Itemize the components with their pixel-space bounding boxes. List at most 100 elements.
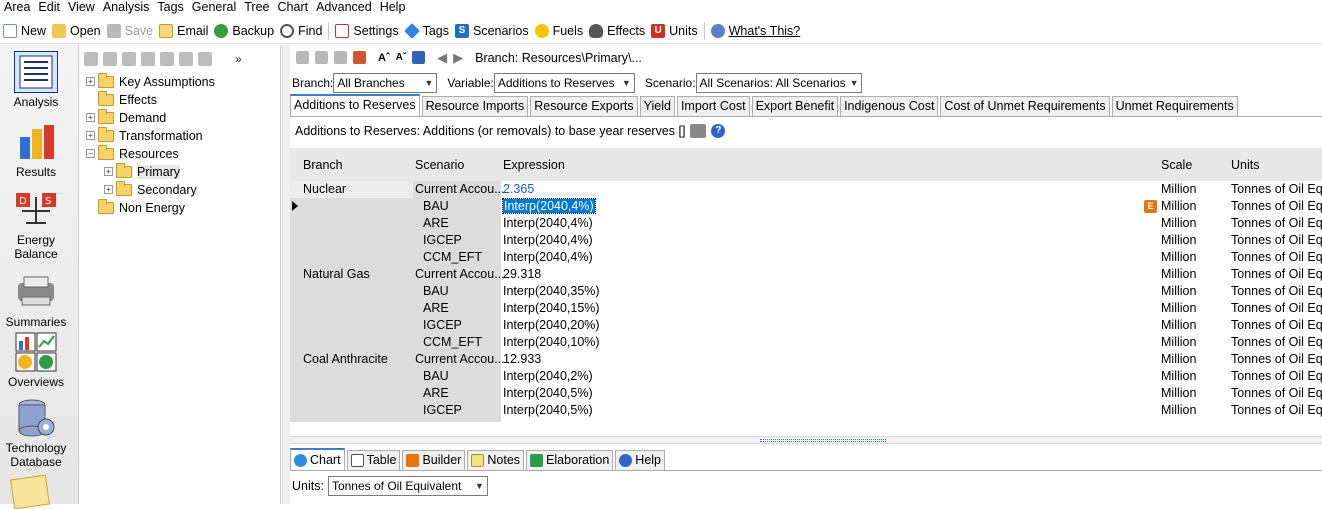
paste-icon[interactable] <box>315 51 328 64</box>
table-row[interactable]: ARE Interp(2040,4%) Million Tonnes of Oil E… <box>290 215 1322 232</box>
table-row[interactable]: ARE Interp(2040,5%) Million Tonnes of Oil E… <box>290 385 1322 402</box>
tab-additions-to-reserves[interactable]: Additions to Reserves <box>290 94 420 116</box>
tab-export-benefit[interactable]: Export Benefit <box>751 96 839 116</box>
move-up-icon[interactable] <box>179 52 193 66</box>
fuels-button[interactable]: Fuels <box>532 20 587 42</box>
find-button[interactable]: Find <box>277 20 325 42</box>
table-row-selected[interactable]: BAU Interp(2040,4%) E Million Tonnes of Oil … <box>290 198 1322 215</box>
col-scale[interactable]: Scale <box>1161 158 1192 172</box>
table-row[interactable]: CCM_EFT Interp(2040,4%) Million Tonnes of O… <box>290 249 1322 266</box>
tree-node-demand[interactable]: + Demand <box>86 108 166 126</box>
scenarios-button[interactable]: S Scenarios <box>452 20 532 42</box>
tree-node-key-assumptions[interactable]: + Key Assumptions <box>86 72 215 90</box>
menu-help[interactable]: Help <box>376 0 410 15</box>
tab-unmet-requirements[interactable]: Unmet Requirements <box>1111 96 1238 116</box>
menu-advanced[interactable]: Advanced <box>312 0 376 15</box>
menu-general[interactable]: General <box>188 0 240 15</box>
col-branch[interactable]: Branch <box>303 158 343 172</box>
table-row[interactable]: BAU Interp(2040,35%) Million Tonnes of Oil … <box>290 283 1322 300</box>
table-row[interactable]: IGCEP Interp(2040,4%) Million Tonnes of Oil… <box>290 232 1322 249</box>
save-button[interactable]: Save <box>104 20 157 42</box>
effects-button[interactable]: Effects <box>586 20 648 42</box>
table-row[interactable]: IGCEP Interp(2040,5%) Million Tonnes of Oil… <box>290 402 1322 419</box>
table-row[interactable]: Nuclear Current Accou... 2.365 Million Tonne… <box>290 181 1322 198</box>
tab-import-cost[interactable]: Import Cost <box>676 96 750 116</box>
users-icon[interactable] <box>412 51 426 64</box>
expand-icon[interactable]: + <box>86 113 95 122</box>
col-scenario[interactable]: Scenario <box>415 158 464 172</box>
tab-table[interactable]: Table <box>346 450 401 470</box>
menu-view[interactable]: View <box>64 0 99 15</box>
backup-button[interactable]: Backup <box>211 20 277 42</box>
tab-builder[interactable]: Builder <box>402 450 466 470</box>
elaboration-badge-icon[interactable]: E <box>1144 200 1157 213</box>
tree-node-secondary[interactable]: + Secondary <box>104 180 197 198</box>
move-down-icon[interactable] <box>198 52 212 66</box>
tab-yield[interactable]: Yield <box>639 96 675 116</box>
tree-node-non-energy[interactable]: Non Energy <box>98 198 185 216</box>
whats-this-button[interactable]: What's This? <box>708 20 804 42</box>
open-button[interactable]: Open <box>49 20 104 42</box>
tags-button[interactable]: Tags <box>402 20 452 42</box>
edit-units-icon[interactable] <box>690 123 707 138</box>
tab-cost-of-unmet-requirements[interactable]: Cost of Unmet Requirements <box>940 96 1110 116</box>
increase-font-icon[interactable]: Aˆ <box>378 52 390 64</box>
view-technology-database[interactable]: Technology Database <box>0 397 72 469</box>
tab-notes[interactable]: Notes <box>467 450 525 470</box>
table-row[interactable]: CCM_EFT Interp(2040,10%) Million Tonnes of … <box>290 334 1322 351</box>
view-results[interactable]: Results <box>0 121 72 179</box>
menu-area[interactable]: Area <box>0 0 34 15</box>
scenario-select[interactable]: All Scenarios: All Scenarios ▼ <box>695 72 862 93</box>
view-analysis[interactable]: Analysis <box>0 51 72 109</box>
col-expression[interactable]: Expression <box>503 158 565 172</box>
tree-more-icon[interactable]: » <box>235 52 242 66</box>
clipboard-icon[interactable] <box>334 51 347 64</box>
units-button[interactable]: U Units <box>648 20 700 42</box>
copy-icon[interactable] <box>296 51 309 64</box>
view-summaries[interactable]: Summaries <box>0 271 72 329</box>
expression-cell-selected[interactable]: Interp(2040,4%) <box>502 198 596 214</box>
tab-resource-imports[interactable]: Resource Imports <box>421 96 529 116</box>
delete-branch-icon[interactable] <box>141 52 155 66</box>
back-arrow-icon[interactable]: ◀ <box>437 50 447 66</box>
col-units[interactable]: Units <box>1231 158 1259 172</box>
tab-elaboration[interactable]: Elaboration <box>526 450 614 470</box>
table-row[interactable]: BAU Interp(2040,2%) Million Tonnes of Oil E… <box>290 368 1322 385</box>
horizontal-splitter[interactable] <box>290 436 1322 444</box>
tab-chart[interactable]: Chart <box>290 448 345 470</box>
tree-node-effects[interactable]: Effects <box>98 90 157 108</box>
tab-help[interactable]: Help <box>615 450 666 470</box>
tab-indigenous-cost[interactable]: Indigenous Cost <box>840 96 939 116</box>
tab-resource-exports[interactable]: Resource Exports <box>530 96 638 116</box>
expand-icon[interactable]: + <box>104 185 113 194</box>
vertical-splitter[interactable] <box>282 45 290 504</box>
settings-button[interactable]: Settings <box>332 20 401 42</box>
tree-node-resources[interactable]: − Resources <box>86 144 179 162</box>
add-multiple-icon[interactable] <box>122 52 136 66</box>
table-row[interactable]: Coal Anthracite Current Accou... 12.933 Mil… <box>290 351 1322 368</box>
menu-tree[interactable]: Tree <box>240 0 273 15</box>
menu-analysis[interactable]: Analysis <box>99 0 154 15</box>
email-button[interactable]: Email <box>156 20 211 42</box>
expand-icon[interactable]: + <box>86 131 95 140</box>
tree-node-transformation[interactable]: + Transformation <box>86 126 203 144</box>
table-row[interactable]: ARE Interp(2040,15%) Million Tonnes of Oil … <box>290 300 1322 317</box>
menu-chart[interactable]: Chart <box>274 0 313 15</box>
units-select[interactable]: Tonnes of Oil Equivalent ▼ <box>327 476 488 496</box>
new-button[interactable]: New <box>0 20 49 42</box>
decrease-font-icon[interactable]: Aˇ <box>396 52 407 63</box>
view-energy-balance[interactable]: DS Energy Balance <box>0 189 72 261</box>
view-overviews[interactable]: Overviews <box>0 331 72 389</box>
add-branch-icon[interactable] <box>103 52 117 66</box>
table-row[interactable]: IGCEP Interp(2040,20%) Million Tonnes of Oi… <box>290 317 1322 334</box>
branch-select[interactable]: All Branches ▼ <box>333 72 438 93</box>
variable-select[interactable]: Additions to Reserves ▼ <box>493 72 635 93</box>
tree-properties-icon[interactable] <box>84 52 98 66</box>
help-icon[interactable]: ? <box>711 123 726 138</box>
collapse-icon[interactable]: − <box>86 149 95 158</box>
expand-icon[interactable]: + <box>104 167 113 176</box>
remove-icon[interactable] <box>160 52 174 66</box>
forward-arrow-icon[interactable]: ▶ <box>453 50 463 66</box>
export-icon[interactable] <box>353 51 366 64</box>
menu-tags[interactable]: Tags <box>153 0 187 15</box>
